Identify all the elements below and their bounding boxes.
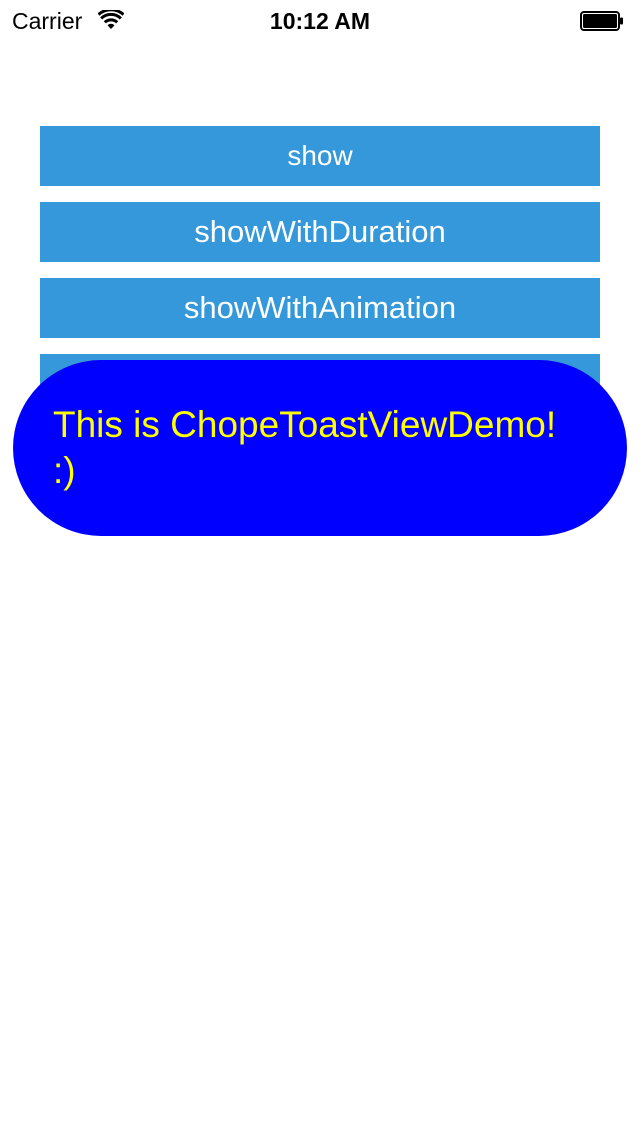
show-with-animation-button[interactable]: showWithAnimation	[40, 278, 600, 338]
status-bar: Carrier 10:12 AM	[0, 0, 640, 40]
status-time: 10:12 AM	[269, 8, 371, 34]
toast-view: This is ChopeToastViewDemo! :)	[13, 360, 627, 536]
show-button[interactable]: show	[40, 126, 600, 186]
battery-icon	[580, 11, 624, 31]
toast-message-line-2: :)	[53, 450, 76, 491]
toast-message-line-1: This is ChopeToastViewDemo!	[53, 404, 557, 445]
show-with-duration-button[interactable]: showWithDuration	[40, 202, 600, 262]
